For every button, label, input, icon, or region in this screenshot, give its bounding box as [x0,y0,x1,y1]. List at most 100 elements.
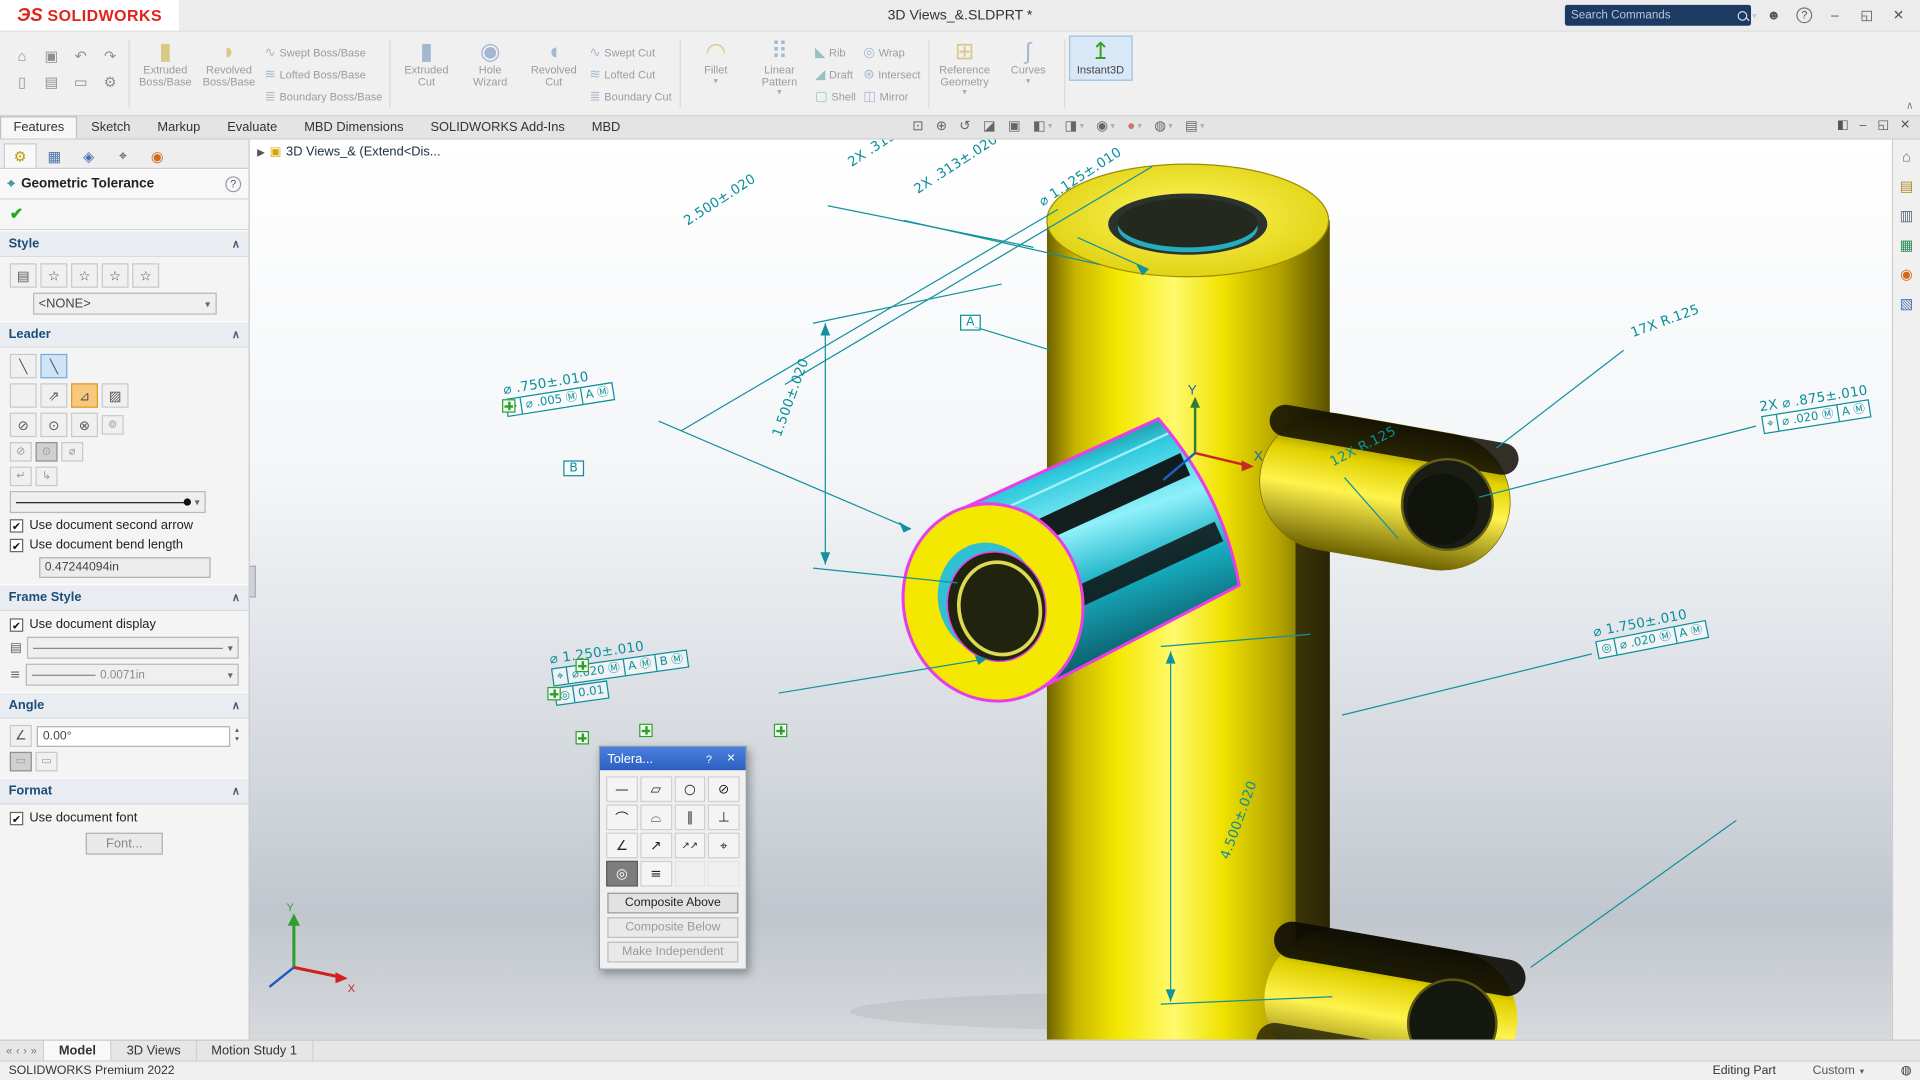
tab-motion-study-1[interactable]: Motion Study 1 [197,1041,313,1061]
annotation-drag-handle[interactable] [576,659,589,672]
angle-spinner[interactable]: ▴▾ [235,727,239,744]
reference-geometry-button[interactable]: ⊞ Reference Geometry ▾ [933,36,997,102]
leader-anchor-left-button[interactable]: ⊙ [40,413,67,437]
document-display-checkbox[interactable]: ✔ [10,618,23,631]
taskpane-home-icon[interactable]: ⌂ [1902,148,1911,165]
draft-button[interactable]: ◢Draft [811,64,859,85]
search-commands-box[interactable]: ▾ [1565,5,1751,26]
view-settings-icon[interactable]: ▤▾ [1185,118,1204,134]
zoom-to-fit-icon[interactable]: ⊡ [912,118,923,134]
gdt-perpendicularity[interactable]: ⊥ [708,804,740,830]
collapse-angle-icon[interactable]: ∧ [232,699,240,712]
tab-mbd[interactable]: MBD [578,116,634,138]
gdt-symmetry[interactable]: ≡ [640,861,672,887]
leader-style-jog-button[interactable]: ⇗ [40,383,67,407]
search-dropdown-icon[interactable]: ▾ [1752,10,1756,20]
leader-right-button[interactable]: ╲ [40,354,67,378]
style-update-button[interactable]: ☆ [71,263,98,287]
font-button[interactable]: Font... [85,833,163,855]
dialog-help-icon[interactable]: ? [702,752,717,764]
fillet-button[interactable]: ◠ Fillet ▾ [684,36,748,90]
angle-field[interactable] [37,726,230,747]
use-document-display-row[interactable]: ✔ Use document display [10,617,239,632]
linear-pattern-dropdown-icon[interactable]: ▾ [777,89,781,98]
boundary-cut-button[interactable]: ≣Boundary Cut [586,86,676,107]
apply-scene-icon[interactable]: ◍▾ [1154,118,1173,134]
dynamic-annotation-views-icon[interactable]: ▣ [1008,118,1021,134]
leader-left-button[interactable]: ╲ [10,354,37,378]
frame-thickness-dropdown[interactable]: 0.0071in ▾ [25,664,238,686]
panel-help-icon[interactable]: ? [225,176,241,192]
lofted-boss-base-button[interactable]: ≋Lofted Boss/Base [261,64,386,85]
style-dropdown[interactable]: <NONE> ▾ [32,293,216,315]
tab-dimxpert-manager[interactable]: ⌖ [107,143,140,167]
gdt-parallelism[interactable]: ∥ [674,804,706,830]
linear-pattern-button[interactable]: ⠿ Linear Pattern ▾ [748,36,812,102]
lofted-cut-button[interactable]: ≋Lofted Cut [586,64,676,85]
display-style-icon[interactable]: ◨▾ [1065,118,1084,134]
wrap-button[interactable]: ◎Wrap [860,42,925,63]
use-document-second-arrow-row[interactable]: ✔ Use document second arrow [10,518,239,533]
gdt-position[interactable]: ⌖ [708,833,740,859]
make-independent-button[interactable]: Make Independent [607,942,738,963]
datum-a-label[interactable]: A [960,315,981,331]
boundary-boss-base-button[interactable]: ≣Boundary Boss/Base [261,86,386,107]
save-icon[interactable]: ▣ [37,48,66,74]
tab-model[interactable]: Model [44,1041,112,1061]
gdt-circular-runout[interactable]: ↗ [640,833,672,859]
curves-dropdown-icon[interactable]: ▾ [1026,77,1030,86]
close-button[interactable]: ✕ [1889,7,1907,23]
next-tab-icon[interactable]: › [23,1044,27,1056]
composite-above-button[interactable]: Composite Above [607,893,738,914]
tab-solidworks-addins[interactable]: SOLIDWORKS Add-Ins [417,116,578,138]
gdt-circularity[interactable]: ○ [674,776,706,802]
prev-tab-icon[interactable]: ‹ [16,1044,20,1056]
new-document-icon[interactable]: ▯ [7,73,36,99]
swept-boss-base-button[interactable]: ∿Swept Boss/Base [261,42,386,63]
use-document-bend-length-row[interactable]: ✔ Use document bend length [10,538,239,553]
leader-display-b-button[interactable]: ⊙ [36,442,58,462]
last-tab-icon[interactable]: » [31,1044,37,1056]
doc-dock-icon[interactable]: ◧ [1837,119,1849,132]
tab-mbd-dimensions[interactable]: MBD Dimensions [291,116,417,138]
annotation-drag-handle[interactable] [576,731,589,744]
tab-sketch[interactable]: Sketch [78,116,144,138]
gdt-profile-line[interactable]: ⌒ [606,804,638,830]
tree-root-label[interactable]: 3D Views_& (Extend<Dis... [286,144,440,159]
options-gear-icon[interactable]: ⚙ [96,73,125,99]
tab-evaluate[interactable]: Evaluate [214,116,291,138]
annotation-drag-handle[interactable] [502,399,515,412]
collapse-style-icon[interactable]: ∧ [232,237,240,250]
gdt-angularity[interactable]: ∠ [606,833,638,859]
file-explorer-icon[interactable]: ▥ [1900,207,1914,224]
use-document-font-row[interactable]: ✔ Use document font [10,811,239,826]
redo-icon[interactable]: ↷ [96,48,125,74]
bend-length-checkbox[interactable]: ✔ [10,538,23,551]
annotation-drag-handle[interactable] [639,724,652,737]
design-library-icon[interactable]: ▤ [1900,178,1914,195]
leader-bend-b-button[interactable]: ↳ [36,467,58,487]
doc-close-icon[interactable]: ✕ [1900,119,1910,132]
style-load-button[interactable]: ☆ [132,263,159,287]
tab-features[interactable]: Features [0,116,78,138]
datum-b-label[interactable]: B [563,460,584,476]
angle-vertical-button[interactable]: ▭ [36,752,58,772]
first-tab-icon[interactable]: « [6,1044,12,1056]
section-format[interactable]: Format ∧ [0,778,249,805]
ribbon-collapse-icon[interactable]: ∧ [1906,99,1914,112]
curves-button[interactable]: ∫ Curves ▾ [996,36,1060,90]
leader-anchor-extra-button[interactable]: ⊚ [102,415,124,435]
undo-icon[interactable]: ↶ [66,48,95,74]
gdt-flatness[interactable]: ▱ [640,776,672,802]
tolerance-symbol-dialog[interactable]: Tolera... ? ✕ — ▱ ○ ⊘ ⌒ ⌓ ∥ ⊥ ∠ ↗ ↗↗ ⌖ [599,746,747,970]
gdt-cylindricity[interactable]: ⊘ [708,776,740,802]
document-font-checkbox[interactable]: ✔ [10,811,23,824]
edit-appearance-icon[interactable]: ●▾ [1127,118,1142,133]
leader-style-straight-button[interactable]: ▨ [102,383,129,407]
rib-button[interactable]: ◣Rib [811,42,859,63]
bend-length-field[interactable] [39,557,210,578]
style-save-button[interactable]: ☆ [102,263,129,287]
hole-wizard-button[interactable]: ◉ Hole Wizard [458,36,522,93]
graphics-viewport[interactable]: Y X Y X [250,140,1892,1040]
collapse-frame-icon[interactable]: ∧ [232,591,240,604]
